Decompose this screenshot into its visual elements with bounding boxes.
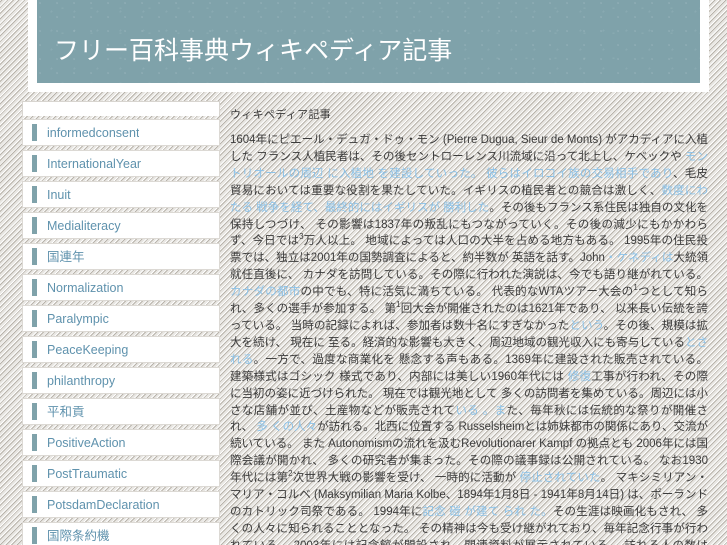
bullet-bar-icon (32, 248, 37, 265)
sidebar-item-4[interactable]: 国連年 (22, 243, 220, 270)
sidebar-item-8[interactable]: philanthropy (22, 367, 220, 394)
bullet-bar-icon (32, 496, 37, 513)
sidebar-item-label: 国際条約機 (47, 528, 110, 543)
sidebar-item-label: Medialiteracy (47, 218, 121, 233)
bullet-bar-icon (32, 403, 37, 420)
sidebar-item-label: PostTraumatic (47, 466, 128, 481)
article-link-9[interactable]: 停止されていた (520, 472, 601, 484)
bullet-bar-icon (32, 372, 37, 389)
sidebar-item-label: 平和貢 (47, 404, 85, 419)
sidebar-item-label: PositiveAction (47, 435, 126, 450)
sidebar-item-9[interactable]: 平和貢 (22, 398, 220, 425)
article-link-0[interactable]: モントリオールの周辺 に入植地 を建設していった。 彼らはイロコイ族の交易相手で… (230, 151, 708, 180)
sidebar-item-label: InternationalYear (47, 156, 142, 171)
superscript-3: 2 (288, 469, 293, 479)
sidebar-item-5[interactable]: Normalization (22, 274, 220, 301)
article-link-4[interactable]: という (570, 320, 604, 332)
superscript-2: 1 (396, 300, 401, 310)
sidebar-item-label: Inuit (47, 187, 71, 202)
sidebar: informedconsent InternationalYear Inuit Med… (22, 101, 224, 545)
article-link-10[interactable]: 記念 磑 が建て られ た。 (423, 506, 553, 518)
bullet-bar-icon (32, 434, 37, 451)
site-header: フリー百科事典ウィキペディア記事 (28, 0, 709, 92)
sidebar-item-13[interactable]: 国際条約機 (22, 522, 220, 545)
sidebar-item-list: informedconsent InternationalYear Inuit Med… (22, 119, 224, 545)
article-link-8[interactable]: 多 くの人々 (256, 421, 317, 433)
page-title: フリー百科事典ウィキペディア記事 (54, 37, 453, 65)
sidebar-item-6[interactable]: Paralympic (22, 305, 220, 332)
sidebar-item-11[interactable]: PostTraumatic (22, 460, 220, 487)
bullet-bar-icon (32, 279, 37, 296)
article-link-7[interactable]: いる 。ま (455, 405, 506, 417)
superscript-1: 1 (633, 283, 638, 293)
sidebar-item-label: informedconsent (47, 125, 140, 140)
bullet-bar-icon (32, 310, 37, 327)
bullet-bar-icon (32, 341, 37, 358)
sidebar-item-3[interactable]: Medialiteracy (22, 212, 220, 239)
bullet-bar-icon (32, 155, 37, 172)
sidebar-item-2[interactable]: Inuit (22, 181, 220, 208)
bullet-bar-icon (32, 527, 37, 544)
sidebar-item-label: Normalization (47, 280, 124, 295)
sidebar-item-label: PeaceKeeping (47, 342, 129, 357)
sidebar-item-0[interactable]: informedconsent (22, 119, 220, 146)
sidebar-item-label: Paralympic (47, 311, 109, 326)
sidebar-item-10[interactable]: PositiveAction (22, 429, 220, 456)
bullet-bar-icon (32, 186, 37, 203)
bullet-bar-icon (32, 217, 37, 234)
sidebar-item-12[interactable]: PotsdamDeclaration (22, 491, 220, 518)
sidebar-item-label: PotsdamDeclaration (47, 497, 160, 512)
article-link-3[interactable]: カナダの都市 (230, 286, 301, 298)
superscript-0: 3 (299, 232, 304, 242)
article-link-1[interactable]: 数度にわたる 戦争を経て、最終的にはイギリスが 勝利した (230, 185, 708, 214)
article-link-5[interactable]: とされる (230, 337, 708, 366)
bullet-bar-icon (32, 465, 37, 482)
article-link-6[interactable]: 修復 (568, 371, 592, 383)
article-body: 1604年にピエール・デュガ・ドゥ・モン (Pierre Dugua, Sieu… (230, 134, 708, 545)
sidebar-item-7[interactable]: PeaceKeeping (22, 336, 220, 363)
search-input[interactable] (22, 101, 220, 116)
bullet-bar-icon (32, 124, 37, 141)
sidebar-item-1[interactable]: InternationalYear (22, 150, 220, 177)
content-heading: ウィキペディア記事 (230, 109, 331, 121)
sidebar-item-label: philanthropy (47, 373, 116, 388)
sidebar-item-label: 国連年 (47, 249, 85, 264)
main-content: ウィキペディア記事 1604年にピエール・デュガ・ドゥ・モン (Pierre D… (230, 108, 708, 545)
article-link-2[interactable]: ・ケネディは (605, 252, 673, 264)
header-band: フリー百科事典ウィキペディア記事 (37, 0, 700, 83)
